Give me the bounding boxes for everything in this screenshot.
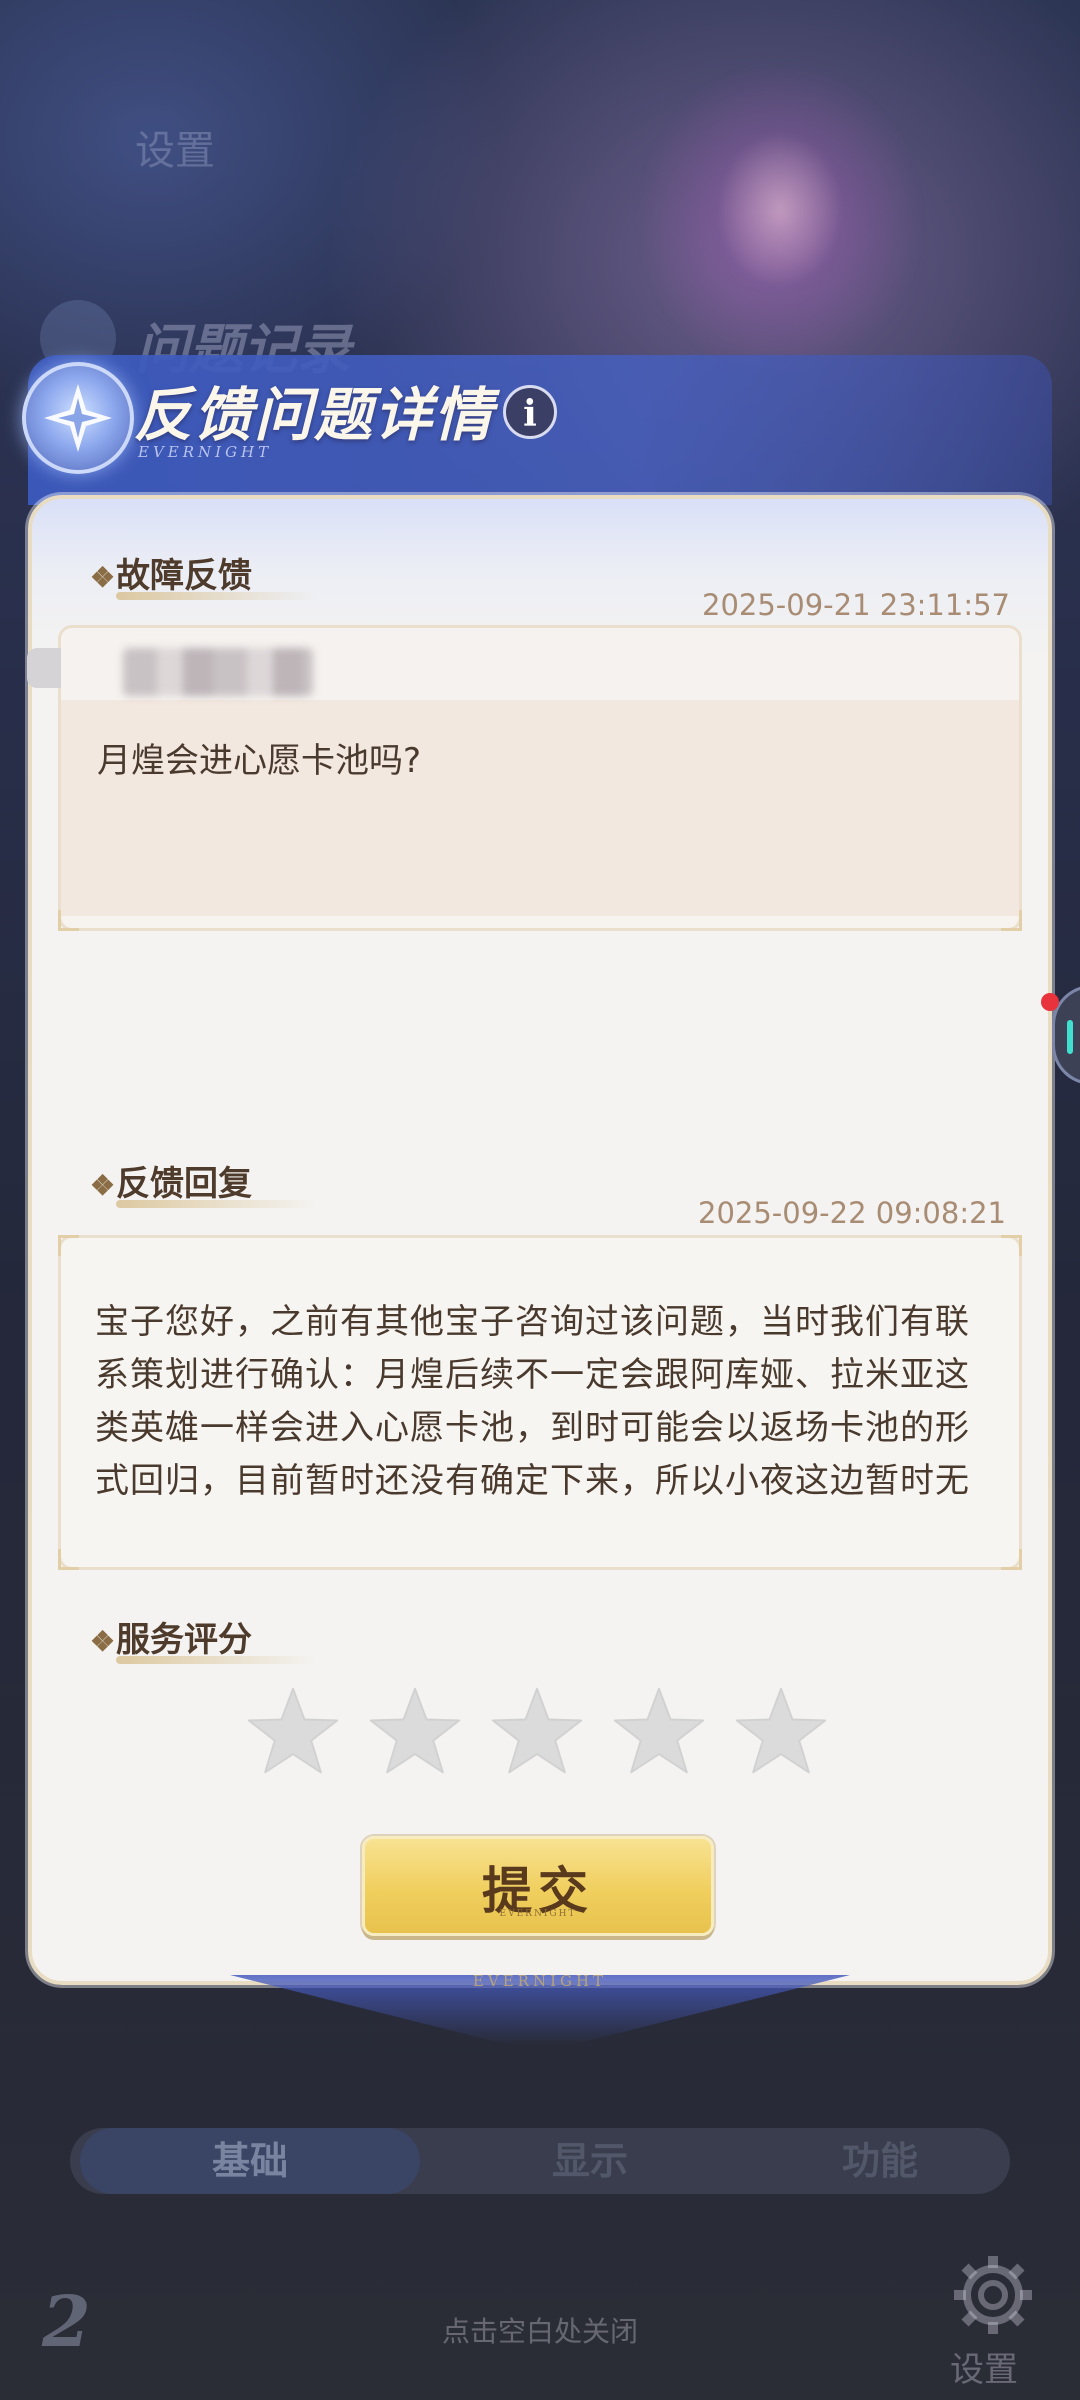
section-marker-icon: ❖ [90, 561, 116, 594]
submit-button[interactable]: 提交 EVERNIGHT [362, 1836, 714, 1936]
question-text: 月煌会进心愿卡池吗? [97, 741, 422, 781]
box-corner-ornament [1001, 1235, 1022, 1256]
box-corner-ornament [1001, 1549, 1022, 1570]
reply-box[interactable]: 宝子您好，之前有其他宝子咨询过该问题，当时我们有联系策划进行确认：月煌后续不一定… [58, 1235, 1022, 1570]
rating-section-title: 服务评分 [116, 1620, 252, 1660]
reply-timestamp: 2025-09-22 09:08:21 [698, 1196, 1006, 1230]
background-settings-title: 设置 [135, 128, 215, 174]
star-icon[interactable] [489, 1683, 585, 1779]
box-corner-ornament [58, 1235, 79, 1256]
tab-display[interactable]: 显示 [450, 2128, 730, 2194]
redacted-username [123, 648, 313, 696]
box-corner-ornament [1001, 910, 1022, 931]
star-rating [245, 1683, 845, 1783]
section-marker-icon: ❖ [90, 1169, 116, 1202]
star-emblem-icon [22, 362, 134, 474]
question-box: 月煌会进心愿卡池吗? [27, 625, 1022, 931]
heading-underline [116, 1656, 316, 1664]
info-icon[interactable]: i [503, 385, 557, 439]
reply-section-title: 反馈回复 [116, 1164, 252, 1204]
star-icon[interactable] [611, 1683, 707, 1779]
issue-section-heading: ❖故障反馈 [90, 548, 316, 600]
star-icon[interactable] [367, 1683, 463, 1779]
settings-label: 设置 [950, 2350, 1018, 2390]
issue-section-title: 故障反馈 [116, 556, 252, 596]
settings-tab-bar: 基础 显示 功能 [70, 2128, 1010, 2194]
box-corner-ornament [58, 1549, 79, 1570]
reply-text: 宝子您好，之前有其他宝子咨询过该问题，当时我们有联系策划进行确认：月煌后续不一定… [95, 1302, 970, 1501]
gear-icon[interactable] [948, 2250, 1038, 2340]
tab-function[interactable]: 功能 [760, 2128, 1000, 2194]
submit-sublabel: EVERNIGHT [499, 1909, 577, 1919]
heading-underline [116, 1200, 316, 1208]
dialog-title: 反馈问题详情 [134, 381, 495, 449]
avatar [27, 648, 61, 688]
heading-underline [116, 592, 316, 600]
handle-bar [1067, 1020, 1073, 1054]
close-hint: 点击空白处关闭 [441, 2315, 638, 2348]
notification-dot [1041, 993, 1059, 1011]
dialog-subtitle: EVERNIGHT [138, 443, 273, 461]
section-marker-icon: ❖ [90, 1625, 116, 1658]
star-icon[interactable] [733, 1683, 829, 1779]
issue-timestamp: 2025-09-21 23:11:57 [702, 588, 1010, 622]
star-icon[interactable] [245, 1683, 341, 1779]
reply-section-heading: ❖反馈回复 [90, 1156, 316, 1208]
box-corner-ornament [58, 910, 79, 931]
card-brand-footer: EVERNIGHT [472, 1972, 608, 1990]
rating-section-heading: ❖服务评分 [90, 1612, 316, 1664]
tab-basic[interactable]: 基础 [80, 2128, 420, 2194]
